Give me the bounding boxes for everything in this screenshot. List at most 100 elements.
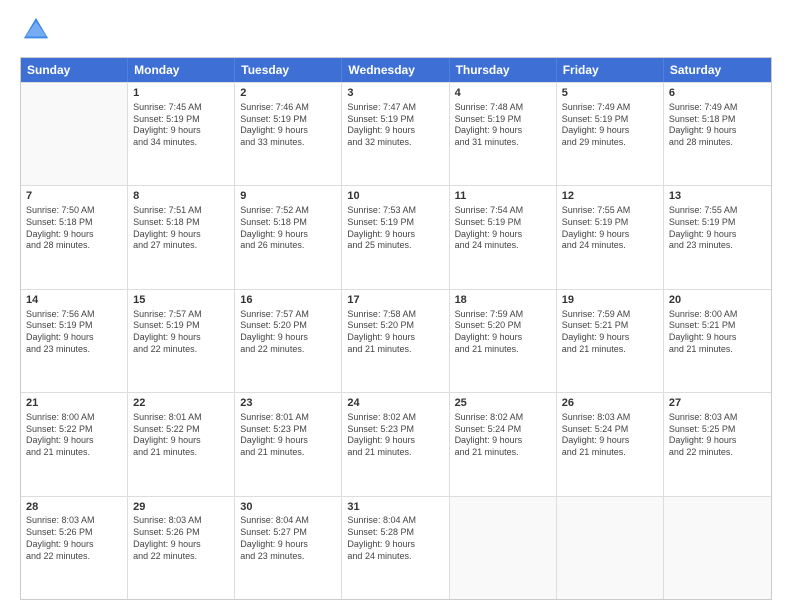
cell-info: Sunrise: 7:55 AM Sunset: 5:19 PM Dayligh…: [669, 205, 766, 252]
day-number: 27: [669, 396, 766, 411]
cell-info: Sunrise: 8:03 AM Sunset: 5:26 PM Dayligh…: [133, 515, 229, 562]
cell-info: Sunrise: 7:47 AM Sunset: 5:19 PM Dayligh…: [347, 102, 443, 149]
day-number: 10: [347, 189, 443, 204]
cell-info: Sunrise: 8:01 AM Sunset: 5:22 PM Dayligh…: [133, 412, 229, 459]
calendar-cell-4-5: [557, 497, 664, 599]
day-number: 12: [562, 189, 658, 204]
header-cell-thursday: Thursday: [450, 58, 557, 82]
calendar-row-2: 14Sunrise: 7:56 AM Sunset: 5:19 PM Dayli…: [21, 289, 771, 392]
day-number: 2: [240, 86, 336, 101]
day-number: 30: [240, 500, 336, 515]
cell-info: Sunrise: 8:03 AM Sunset: 5:24 PM Dayligh…: [562, 412, 658, 459]
calendar: SundayMondayTuesdayWednesdayThursdayFrid…: [20, 57, 772, 600]
day-number: 20: [669, 293, 766, 308]
day-number: 16: [240, 293, 336, 308]
day-number: 4: [455, 86, 551, 101]
day-number: 25: [455, 396, 551, 411]
calendar-cell-4-0: 28Sunrise: 8:03 AM Sunset: 5:26 PM Dayli…: [21, 497, 128, 599]
cell-info: Sunrise: 7:49 AM Sunset: 5:19 PM Dayligh…: [562, 102, 658, 149]
day-number: 11: [455, 189, 551, 204]
day-number: 26: [562, 396, 658, 411]
header: [20, 16, 772, 49]
day-number: 21: [26, 396, 122, 411]
calendar-cell-1-2: 9Sunrise: 7:52 AM Sunset: 5:18 PM Daylig…: [235, 186, 342, 288]
day-number: 3: [347, 86, 443, 101]
cell-info: Sunrise: 8:01 AM Sunset: 5:23 PM Dayligh…: [240, 412, 336, 459]
header-cell-sunday: Sunday: [21, 58, 128, 82]
calendar-cell-2-0: 14Sunrise: 7:56 AM Sunset: 5:19 PM Dayli…: [21, 290, 128, 392]
day-number: 22: [133, 396, 229, 411]
calendar-cell-3-6: 27Sunrise: 8:03 AM Sunset: 5:25 PM Dayli…: [664, 393, 771, 495]
day-number: 1: [133, 86, 229, 101]
day-number: 9: [240, 189, 336, 204]
cell-info: Sunrise: 8:03 AM Sunset: 5:26 PM Dayligh…: [26, 515, 122, 562]
cell-info: Sunrise: 7:51 AM Sunset: 5:18 PM Dayligh…: [133, 205, 229, 252]
calendar-cell-0-1: 1Sunrise: 7:45 AM Sunset: 5:19 PM Daylig…: [128, 83, 235, 185]
calendar-cell-3-1: 22Sunrise: 8:01 AM Sunset: 5:22 PM Dayli…: [128, 393, 235, 495]
cell-info: Sunrise: 7:49 AM Sunset: 5:18 PM Dayligh…: [669, 102, 766, 149]
calendar-cell-1-6: 13Sunrise: 7:55 AM Sunset: 5:19 PM Dayli…: [664, 186, 771, 288]
day-number: 28: [26, 500, 122, 515]
calendar-body: 1Sunrise: 7:45 AM Sunset: 5:19 PM Daylig…: [21, 82, 771, 599]
calendar-cell-2-5: 19Sunrise: 7:59 AM Sunset: 5:21 PM Dayli…: [557, 290, 664, 392]
calendar-cell-1-5: 12Sunrise: 7:55 AM Sunset: 5:19 PM Dayli…: [557, 186, 664, 288]
day-number: 24: [347, 396, 443, 411]
header-cell-wednesday: Wednesday: [342, 58, 449, 82]
cell-info: Sunrise: 7:46 AM Sunset: 5:19 PM Dayligh…: [240, 102, 336, 149]
day-number: 18: [455, 293, 551, 308]
calendar-cell-4-1: 29Sunrise: 8:03 AM Sunset: 5:26 PM Dayli…: [128, 497, 235, 599]
calendar-cell-1-3: 10Sunrise: 7:53 AM Sunset: 5:19 PM Dayli…: [342, 186, 449, 288]
logo: [20, 16, 54, 49]
cell-info: Sunrise: 7:50 AM Sunset: 5:18 PM Dayligh…: [26, 205, 122, 252]
calendar-row-0: 1Sunrise: 7:45 AM Sunset: 5:19 PM Daylig…: [21, 82, 771, 185]
calendar-cell-3-4: 25Sunrise: 8:02 AM Sunset: 5:24 PM Dayli…: [450, 393, 557, 495]
calendar-cell-4-3: 31Sunrise: 8:04 AM Sunset: 5:28 PM Dayli…: [342, 497, 449, 599]
calendar-cell-0-6: 6Sunrise: 7:49 AM Sunset: 5:18 PM Daylig…: [664, 83, 771, 185]
cell-info: Sunrise: 7:53 AM Sunset: 5:19 PM Dayligh…: [347, 205, 443, 252]
calendar-cell-0-0: [21, 83, 128, 185]
day-number: 15: [133, 293, 229, 308]
calendar-cell-2-4: 18Sunrise: 7:59 AM Sunset: 5:20 PM Dayli…: [450, 290, 557, 392]
cell-info: Sunrise: 7:56 AM Sunset: 5:19 PM Dayligh…: [26, 309, 122, 356]
calendar-cell-2-1: 15Sunrise: 7:57 AM Sunset: 5:19 PM Dayli…: [128, 290, 235, 392]
cell-info: Sunrise: 8:00 AM Sunset: 5:22 PM Dayligh…: [26, 412, 122, 459]
calendar-cell-2-3: 17Sunrise: 7:58 AM Sunset: 5:20 PM Dayli…: [342, 290, 449, 392]
day-number: 6: [669, 86, 766, 101]
calendar-cell-4-2: 30Sunrise: 8:04 AM Sunset: 5:27 PM Dayli…: [235, 497, 342, 599]
cell-info: Sunrise: 7:55 AM Sunset: 5:19 PM Dayligh…: [562, 205, 658, 252]
calendar-cell-1-4: 11Sunrise: 7:54 AM Sunset: 5:19 PM Dayli…: [450, 186, 557, 288]
calendar-cell-3-2: 23Sunrise: 8:01 AM Sunset: 5:23 PM Dayli…: [235, 393, 342, 495]
day-number: 23: [240, 396, 336, 411]
day-number: 17: [347, 293, 443, 308]
cell-info: Sunrise: 7:58 AM Sunset: 5:20 PM Dayligh…: [347, 309, 443, 356]
calendar-header: SundayMondayTuesdayWednesdayThursdayFrid…: [21, 58, 771, 82]
cell-info: Sunrise: 8:02 AM Sunset: 5:23 PM Dayligh…: [347, 412, 443, 459]
cell-info: Sunrise: 7:52 AM Sunset: 5:18 PM Dayligh…: [240, 205, 336, 252]
calendar-cell-1-0: 7Sunrise: 7:50 AM Sunset: 5:18 PM Daylig…: [21, 186, 128, 288]
calendar-cell-3-0: 21Sunrise: 8:00 AM Sunset: 5:22 PM Dayli…: [21, 393, 128, 495]
day-number: 19: [562, 293, 658, 308]
calendar-cell-0-5: 5Sunrise: 7:49 AM Sunset: 5:19 PM Daylig…: [557, 83, 664, 185]
header-cell-tuesday: Tuesday: [235, 58, 342, 82]
cell-info: Sunrise: 7:45 AM Sunset: 5:19 PM Dayligh…: [133, 102, 229, 149]
page: SundayMondayTuesdayWednesdayThursdayFrid…: [0, 0, 792, 612]
calendar-row-4: 28Sunrise: 8:03 AM Sunset: 5:26 PM Dayli…: [21, 496, 771, 599]
calendar-row-1: 7Sunrise: 7:50 AM Sunset: 5:18 PM Daylig…: [21, 185, 771, 288]
cell-info: Sunrise: 7:54 AM Sunset: 5:19 PM Dayligh…: [455, 205, 551, 252]
calendar-cell-2-6: 20Sunrise: 8:00 AM Sunset: 5:21 PM Dayli…: [664, 290, 771, 392]
day-number: 14: [26, 293, 122, 308]
calendar-cell-3-5: 26Sunrise: 8:03 AM Sunset: 5:24 PM Dayli…: [557, 393, 664, 495]
cell-info: Sunrise: 7:59 AM Sunset: 5:21 PM Dayligh…: [562, 309, 658, 356]
cell-info: Sunrise: 8:00 AM Sunset: 5:21 PM Dayligh…: [669, 309, 766, 356]
day-number: 13: [669, 189, 766, 204]
calendar-cell-0-3: 3Sunrise: 7:47 AM Sunset: 5:19 PM Daylig…: [342, 83, 449, 185]
cell-info: Sunrise: 7:48 AM Sunset: 5:19 PM Dayligh…: [455, 102, 551, 149]
calendar-cell-1-1: 8Sunrise: 7:51 AM Sunset: 5:18 PM Daylig…: [128, 186, 235, 288]
calendar-cell-3-3: 24Sunrise: 8:02 AM Sunset: 5:23 PM Dayli…: [342, 393, 449, 495]
calendar-row-3: 21Sunrise: 8:00 AM Sunset: 5:22 PM Dayli…: [21, 392, 771, 495]
logo-icon: [22, 16, 50, 44]
cell-info: Sunrise: 8:04 AM Sunset: 5:28 PM Dayligh…: [347, 515, 443, 562]
cell-info: Sunrise: 8:02 AM Sunset: 5:24 PM Dayligh…: [455, 412, 551, 459]
calendar-cell-0-2: 2Sunrise: 7:46 AM Sunset: 5:19 PM Daylig…: [235, 83, 342, 185]
cell-info: Sunrise: 8:03 AM Sunset: 5:25 PM Dayligh…: [669, 412, 766, 459]
